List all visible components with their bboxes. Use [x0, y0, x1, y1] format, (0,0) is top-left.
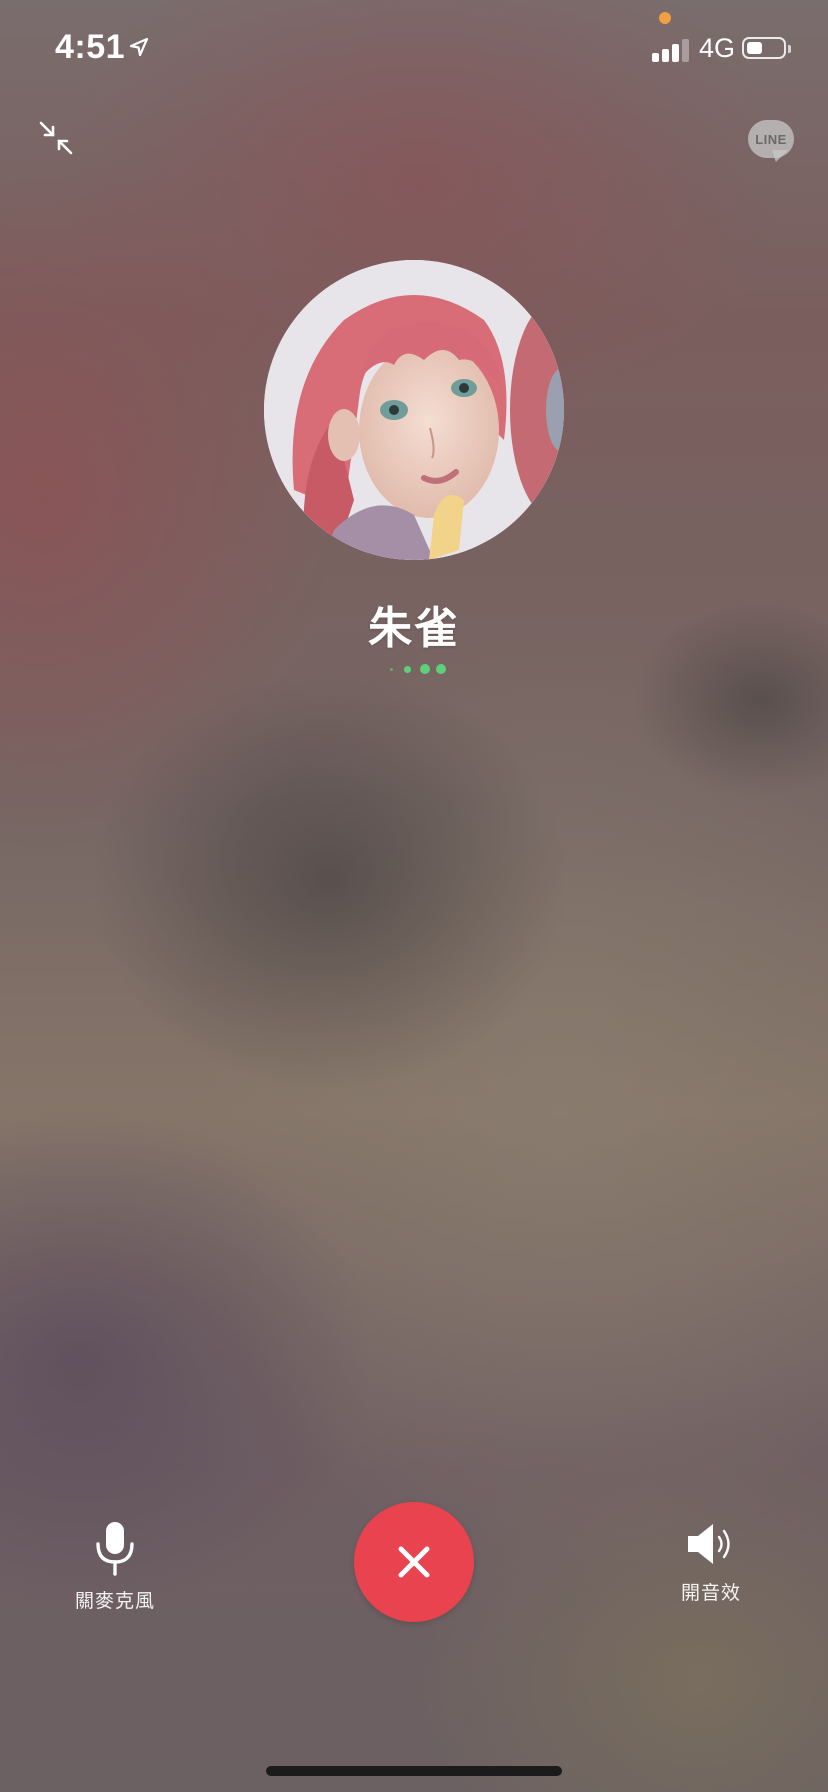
privacy-indicator-dot: [659, 12, 671, 24]
contact-avatar: [264, 260, 564, 560]
battery-icon: [742, 37, 791, 59]
minimize-button[interactable]: [34, 116, 78, 160]
home-indicator[interactable]: [266, 1766, 562, 1776]
network-type: 4G: [699, 33, 736, 63]
status-time: 4:51: [55, 28, 126, 66]
location-arrow-icon: [129, 37, 149, 57]
avatar-illustration: [264, 260, 564, 560]
mute-mic-label: 關麥克風: [74, 1590, 155, 1612]
minimize-arrows-icon: [39, 121, 73, 155]
close-icon: [398, 1546, 430, 1578]
contact-name: 朱雀: [368, 603, 460, 654]
line-app-badge: LINE: [748, 120, 796, 166]
speaker-icon: [688, 1524, 730, 1564]
mute-mic-control[interactable]: 關麥克風: [60, 1520, 170, 1613]
calling-indicator: [388, 662, 448, 676]
status-bar: 4:51 4G: [0, 0, 828, 100]
signal-icon: [652, 38, 692, 62]
end-call-button[interactable]: [354, 1502, 474, 1622]
speaker-control[interactable]: 開音效: [656, 1520, 766, 1605]
speaker-label: 開音效: [680, 1582, 741, 1604]
line-badge-text: LINE: [755, 131, 787, 147]
microphone-icon: [96, 1522, 134, 1576]
